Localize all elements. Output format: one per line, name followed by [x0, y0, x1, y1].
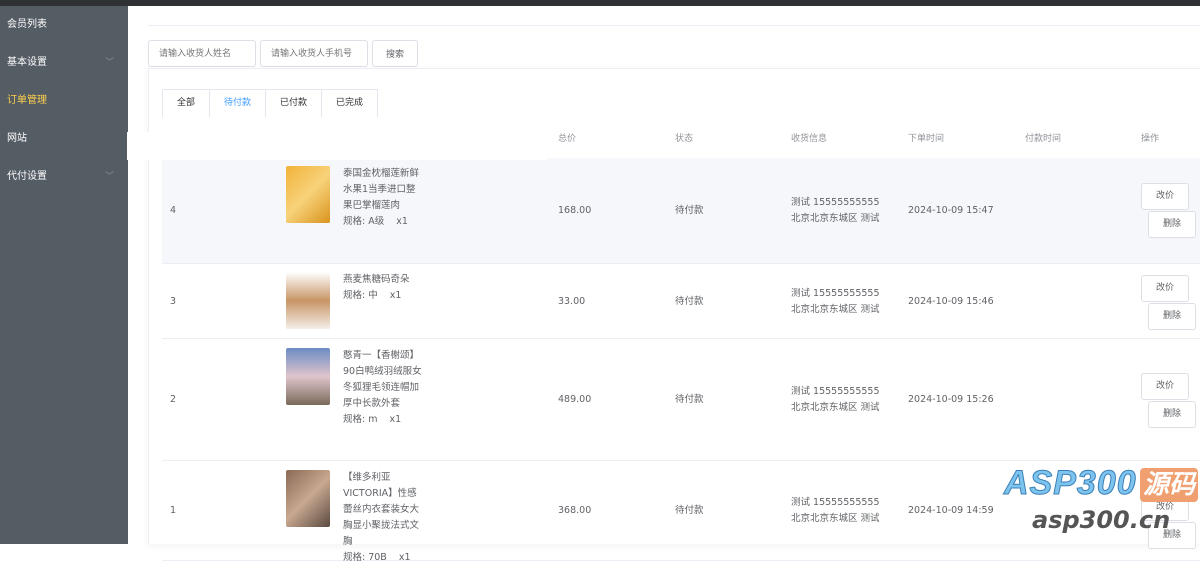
- sidebar: 会员列表 基本设置 ﹀ 订单管理 网站 代付设置 ﹀: [0, 6, 128, 544]
- product-info: 【维多利亚 VICTORIA】性感蕾丝内衣套装女大胸显小聚拢法式文胸规格: 70…: [343, 470, 425, 566]
- edit-price-button[interactable]: 改价: [1141, 275, 1189, 302]
- order-time: 2024-10-09 15:26: [908, 394, 994, 405]
- shipping-info: 测试 15555555555 北京北京东城区 测试: [791, 386, 880, 413]
- order-id: 1: [170, 505, 177, 516]
- table-row: 2 憨青一【香榭颂】90白鸭绒羽绒服女冬狐狸毛领连帽加厚中长款外套规格: m x…: [162, 339, 1200, 461]
- search-button[interactable]: 搜索: [372, 40, 418, 67]
- sidebar-item-label: 订单管理: [7, 95, 47, 106]
- chevron-down-icon: ﹀: [104, 172, 114, 182]
- table-row: 1 【维多利亚 VICTORIA】性感蕾丝内衣套装女大胸显小聚拢法式文胸规格: …: [162, 461, 1200, 563]
- overlay-mask: [127, 132, 547, 160]
- order-total: 168.00: [558, 205, 592, 216]
- shipping-info: 测试 15555555555 北京北京东城区 测试: [791, 197, 880, 224]
- product-info: 泰国金枕榴莲新鲜水果1当季进口整果巴掌榴莲肉规格: A级 x1: [343, 166, 425, 230]
- product-name: 【维多利亚 VICTORIA】性感蕾丝内衣套装女大胸显小聚拢法式文胸: [343, 472, 420, 547]
- tab-all[interactable]: 全部: [163, 90, 211, 117]
- order-total: 368.00: [558, 505, 592, 516]
- chevron-down-icon: ﹀: [104, 58, 114, 68]
- product-spec: 规格: 中 x1: [343, 290, 402, 301]
- edit-price-button[interactable]: 改价: [1141, 494, 1189, 521]
- delete-button[interactable]: 删除: [1148, 303, 1196, 330]
- receiver-name-input[interactable]: [148, 40, 256, 67]
- shipping-info: 测试 15555555555 北京北京东城区 测试: [791, 497, 880, 524]
- product-spec: 规格: A级 x1: [343, 216, 408, 227]
- sidebar-item-website[interactable]: 网站: [0, 120, 128, 158]
- order-id: 3: [170, 295, 177, 307]
- order-total: 489.00: [558, 394, 592, 405]
- product-spec: 规格: m x1: [343, 414, 402, 425]
- order-time: 2024-10-09 14:59: [908, 505, 994, 516]
- sidebar-item-proxy-pay[interactable]: 代付设置 ﹀: [0, 158, 128, 196]
- divider: [148, 25, 1200, 26]
- status-tabs: 全部 待付款 已付款 已完成: [162, 89, 379, 117]
- receiver-phone-input[interactable]: [260, 40, 368, 67]
- edit-price-button[interactable]: 改价: [1141, 183, 1189, 210]
- product-info: 憨青一【香榭颂】90白鸭绒羽绒服女冬狐狸毛领连帽加厚中长款外套规格: m x1: [343, 348, 425, 428]
- delete-button[interactable]: 删除: [1148, 401, 1196, 428]
- header-pay-time: 付款时间: [1025, 134, 1062, 144]
- table-row: 4 泰国金枕榴莲新鲜水果1当季进口整果巴掌榴莲肉规格: A级 x1 168.00…: [162, 158, 1200, 264]
- sidebar-item-members[interactable]: 会员列表: [0, 6, 128, 44]
- order-status: 待付款: [675, 295, 704, 307]
- order-status: 待付款: [675, 394, 704, 405]
- order-status: 待付款: [675, 505, 704, 516]
- sidebar-item-label: 基本设置: [7, 57, 47, 68]
- order-id: 2: [170, 394, 177, 405]
- sidebar-item-label: 网站: [7, 133, 27, 144]
- header-status: 状态: [675, 134, 694, 144]
- product-info: 燕麦焦糖码奇朵 规格: 中 x1: [343, 272, 425, 304]
- edit-price-button[interactable]: 改价: [1141, 373, 1189, 400]
- header-total: 总价: [558, 134, 577, 144]
- tab-paid[interactable]: 已付款: [266, 90, 323, 117]
- tab-pending-payment[interactable]: 待付款: [210, 90, 267, 117]
- product-image: [286, 348, 330, 405]
- delete-button[interactable]: 删除: [1148, 522, 1196, 549]
- product-spec: 规格: 70B x1: [343, 552, 411, 563]
- sidebar-item-label: 会员列表: [7, 19, 47, 30]
- product-name: 憨青一【香榭颂】90白鸭绒羽绒服女冬狐狸毛领连帽加厚中长款外套: [343, 350, 422, 409]
- product-image: [286, 470, 330, 527]
- product-name: 燕麦焦糖码奇朵: [343, 274, 410, 285]
- table-row: 3 燕麦焦糖码奇朵 规格: 中 x1 33.00 待付款 测试 155555555…: [162, 264, 1200, 339]
- product-image: [286, 272, 330, 329]
- tab-completed[interactable]: 已完成: [322, 90, 377, 117]
- delete-button[interactable]: 删除: [1148, 211, 1196, 238]
- product-name: 泰国金枕榴莲新鲜水果1当季进口整果巴掌榴莲肉: [343, 168, 420, 211]
- header-order-time: 下单时间: [908, 134, 945, 144]
- order-status: 待付款: [675, 205, 704, 216]
- header-actions: 操作: [1141, 134, 1160, 144]
- header-shipping: 收货信息: [791, 134, 828, 144]
- sidebar-item-basic-settings[interactable]: 基本设置 ﹀: [0, 44, 128, 82]
- order-time: 2024-10-09 15:46: [908, 295, 994, 307]
- product-image: [286, 166, 330, 223]
- order-total: 33.00: [558, 295, 586, 307]
- order-id: 4: [170, 205, 177, 216]
- shipping-info: 测试 15555555555 北京北京东城区 测试: [791, 287, 880, 315]
- sidebar-item-label: 代付设置: [7, 171, 47, 182]
- sidebar-item-orders[interactable]: 订单管理: [0, 82, 128, 120]
- order-time: 2024-10-09 15:47: [908, 205, 994, 216]
